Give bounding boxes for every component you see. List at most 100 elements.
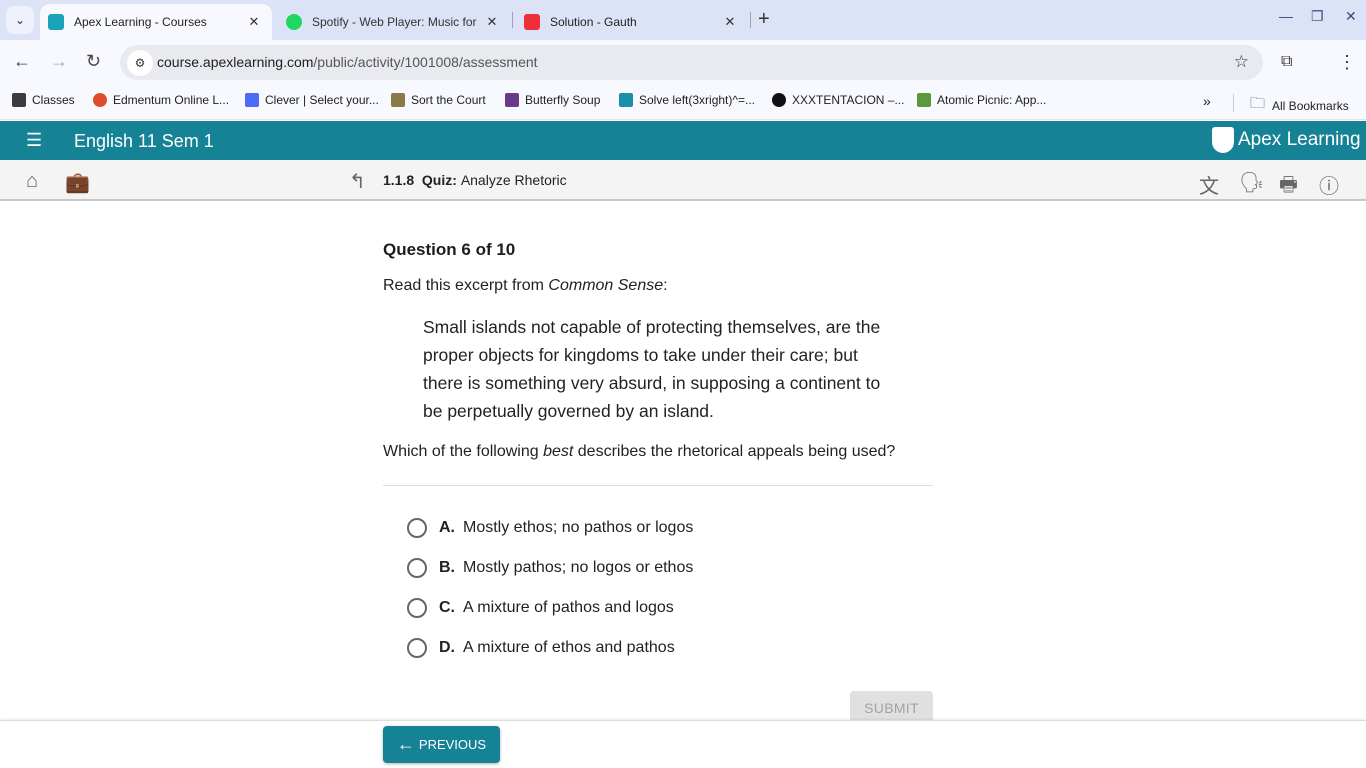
restore-icon[interactable]: ❐ — [1311, 8, 1324, 25]
choice-letter: B. — [439, 559, 455, 576]
choice-b[interactable]: B. Mostly pathos; no logos or ethos — [407, 548, 933, 588]
lead-suffix: : — [663, 277, 668, 294]
radio-button[interactable] — [407, 638, 427, 658]
bookmark-clever[interactable]: Clever | Select your... — [245, 93, 379, 107]
tab-title: Solution - Gauth — [550, 15, 637, 29]
activity-number: 1.1.8 — [383, 172, 415, 188]
close-tab-icon[interactable]: ✕ — [244, 14, 264, 30]
forward-icon[interactable]: → — [50, 51, 68, 72]
answer-choices: A. Mostly ethos; no pathos or logos B. Mos… — [383, 508, 933, 668]
bookmark-divider — [1233, 94, 1234, 112]
prompt-text: Which of the following — [383, 443, 544, 460]
question-panel: Question 6 of 10 Read this excerpt from … — [383, 240, 933, 668]
overflow-chevron-icon: » — [1203, 93, 1211, 109]
breadcrumb: 1.1.8 Quiz: Analyze Rhetoric — [383, 172, 567, 188]
tab-gauth[interactable]: Solution - Gauth ✕ — [516, 4, 748, 40]
url-text[interactable]: course.apexlearning.com/public/activity/… — [157, 54, 538, 70]
close-tab-icon[interactable]: ✕ — [482, 14, 502, 30]
question-lead: Read this excerpt from Common Sense: — [383, 277, 933, 295]
atomic-picnic-icon — [917, 93, 931, 107]
tab-spotify[interactable]: Spotify - Web Player: Music for ✕ — [278, 4, 510, 40]
radio-button[interactable] — [407, 598, 427, 618]
bookmark-label: Atomic Picnic: App... — [937, 93, 1047, 107]
url-host: course.apexlearning.com — [157, 54, 314, 70]
address-bar[interactable]: ⚙ course.apexlearning.com/public/activit… — [120, 45, 1263, 80]
excerpt-text: Small islands not capable of protecting … — [423, 317, 881, 421]
reload-icon[interactable]: ↻ — [86, 51, 101, 72]
choice-text: Mostly pathos; no logos or ethos — [463, 559, 694, 576]
music-icon — [772, 93, 786, 107]
back-icon[interactable]: ← — [13, 51, 31, 72]
browser-toolbar: ← → ↻ ⚙ course.apexlearning.com/public/a… — [0, 40, 1366, 86]
up-arrow-icon[interactable]: ↰ — [349, 169, 366, 194]
url-path: /public/activity/1001008/assessment — [313, 54, 538, 70]
bookmark-butterfly-soup[interactable]: Butterfly Soup — [505, 93, 600, 107]
close-tab-icon[interactable]: ✕ — [720, 14, 740, 30]
tab-title: Spotify - Web Player: Music for — [312, 15, 477, 29]
clever-icon — [245, 93, 259, 107]
more-menu-icon[interactable]: ⋮ — [1338, 52, 1356, 73]
bookmark-star-icon[interactable]: ☆ — [1234, 52, 1249, 72]
bookmark-classes[interactable]: Classes — [12, 93, 75, 107]
tab-search-button[interactable]: ⌄ — [6, 6, 34, 34]
bookmark-label: Butterfly Soup — [525, 93, 601, 107]
choice-text: Mostly ethos; no pathos or logos — [463, 519, 694, 536]
edmentum-icon — [93, 93, 107, 107]
bookmark-label: All Bookmarks — [1272, 98, 1349, 113]
activity-type: Quiz: — [421, 172, 457, 188]
menu-list-icon[interactable]: ☰ — [26, 130, 42, 151]
arrow-left-icon: ← — [396, 734, 415, 754]
bookmarks-overflow-button[interactable]: » — [1203, 93, 1211, 109]
bookmark-solve[interactable]: Solve left(3xright)^=... — [619, 93, 755, 107]
radio-button[interactable] — [407, 518, 427, 538]
read-aloud-icon[interactable]: 🗣 — [1239, 170, 1264, 195]
choice-text: A mixture of pathos and logos — [463, 599, 674, 616]
butterfly-soup-icon — [505, 93, 519, 107]
all-bookmarks-button[interactable]: 🗀 All Bookmarks — [1250, 93, 1349, 118]
bookmark-label: Classes — [32, 93, 75, 107]
home-icon[interactable]: ⌂ — [26, 170, 38, 193]
choice-letter: C. — [439, 599, 455, 616]
question-prompt: Which of the following best describes th… — [383, 443, 933, 461]
minimize-icon[interactable]: — — [1279, 8, 1293, 24]
tab-separator — [750, 12, 751, 28]
activity-name: Analyze Rhetoric — [460, 172, 567, 188]
apex-logo-mark-icon — [1212, 127, 1234, 153]
close-window-icon[interactable]: ✕ — [1345, 8, 1357, 25]
choice-d[interactable]: D. A mixture of ethos and pathos — [407, 628, 933, 668]
extensions-icon[interactable]: ⧉ — [1281, 53, 1292, 71]
previous-label: PREVIOUS — [418, 737, 487, 752]
course-header: ☰ English 11 Sem 1 Apex Learning — [0, 121, 1366, 160]
bookmark-edmentum[interactable]: Edmentum Online L... — [93, 93, 229, 107]
bookmark-label: Edmentum Online L... — [113, 93, 230, 107]
choice-text: A mixture of ethos and pathos — [463, 639, 675, 656]
translate-icon[interactable]: 文 — [1199, 170, 1219, 199]
new-tab-icon[interactable]: + — [758, 8, 770, 31]
prompt-text: describes the rhetorical appeals being u… — [573, 443, 896, 460]
choice-c[interactable]: C. A mixture of pathos and logos — [407, 588, 933, 628]
folder-icon: 🗀 — [1250, 95, 1266, 112]
question-number: Question 6 of 10 — [383, 240, 516, 259]
activity-toolbar: ⌂ 💼 ↰ 1.1.8 Quiz: Analyze Rhetoric 文 🗣 🖶… — [0, 160, 1366, 201]
briefcase-icon[interactable]: 💼 — [65, 170, 90, 195]
gauth-favicon-icon — [524, 14, 540, 30]
choice-letter: D. — [439, 639, 455, 656]
choice-letter: A. — [439, 519, 455, 536]
lead-text: Read this excerpt from — [383, 277, 549, 294]
tab-separator — [512, 12, 513, 28]
previous-button[interactable]: ← PREVIOUS — [383, 726, 500, 763]
tab-title: Apex Learning - Courses — [74, 15, 207, 29]
bookmark-atomic-picnic[interactable]: Atomic Picnic: App... — [917, 93, 1046, 107]
source-title: Common Sense — [548, 277, 664, 294]
choice-a[interactable]: A. Mostly ethos; no pathos or logos — [407, 508, 933, 548]
site-info-icon[interactable]: ⚙ — [127, 50, 153, 76]
bookmark-sort-the-court[interactable]: Sort the Court — [391, 93, 486, 107]
bookmark-xxxtentacion[interactable]: XXXTENTACION –... — [772, 93, 904, 107]
logo-text: Apex Learning — [1238, 129, 1361, 150]
apex-favicon-icon — [48, 14, 64, 30]
help-icon[interactable]: ⓘ — [1319, 170, 1339, 199]
tab-apex-learning[interactable]: Apex Learning - Courses ✕ — [40, 4, 272, 40]
radio-button[interactable] — [407, 558, 427, 578]
math-solver-icon — [619, 93, 633, 107]
print-icon[interactable]: 🖶 — [1279, 170, 1298, 204]
